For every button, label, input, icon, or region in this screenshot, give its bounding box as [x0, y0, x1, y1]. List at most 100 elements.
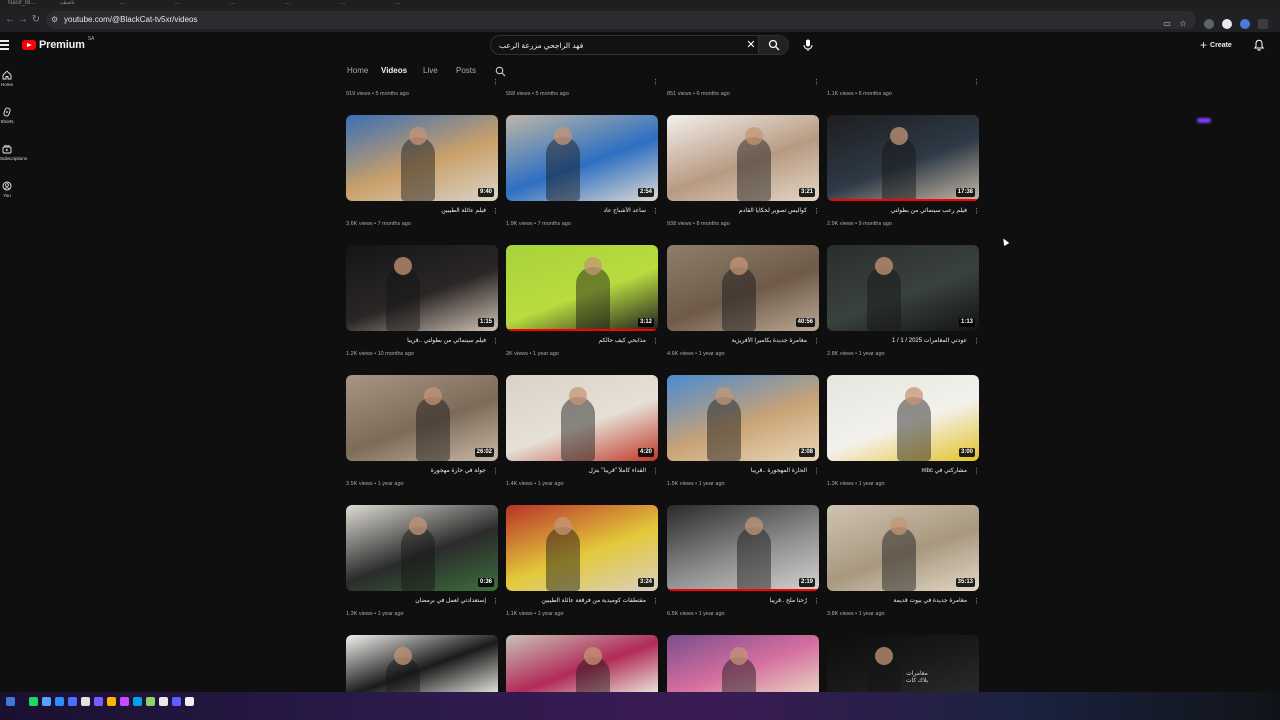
video-card[interactable]: 40:56 مغامرة جديدة بكاميرا الأفريزية 4.6K … — [667, 245, 820, 357]
create-button[interactable]: + Create — [1200, 38, 1232, 52]
sidebar-item-subscriptions[interactable]: Subscriptions — [0, 144, 27, 161]
browser-tab[interactable]: ... — [285, 0, 335, 8]
search-box[interactable]: فهد الراجحي مزرعة الرعب ✕ — [490, 35, 789, 55]
video-title[interactable]: فيلم سينمائي من بطولتي ..قريباً — [346, 337, 486, 346]
taskbar-app-icon[interactable] — [55, 697, 64, 706]
video-thumbnail[interactable]: مغامرات بلاك كات — [827, 635, 979, 692]
taskbar-app-icon[interactable] — [94, 697, 103, 706]
taskbar-app-icon[interactable] — [29, 697, 38, 706]
tab-home[interactable]: Home — [347, 66, 368, 76]
video-thumbnail[interactable] — [346, 635, 498, 692]
taskbar-app-icon[interactable] — [120, 697, 129, 706]
more-options-icon[interactable]: ⋮ — [492, 338, 499, 346]
youtube-logo[interactable]: Premium SA — [22, 36, 94, 52]
more-options-icon[interactable]: ⋮ — [652, 208, 659, 216]
browser-tab[interactable]: Nasif_Bl... — [8, 0, 58, 8]
video-thumbnail[interactable]: 0:36 — [346, 505, 498, 591]
browser-tab[interactable]: ... — [175, 0, 225, 8]
video-thumbnail[interactable]: 2:54 — [506, 115, 658, 201]
video-card[interactable]: 1:13 عودتي المغامرات 2025 / 1 / 1 2.8K vie… — [827, 245, 980, 357]
sidebar-item-home[interactable]: Home — [0, 70, 14, 87]
video-thumbnail[interactable]: 35:13 — [827, 505, 979, 591]
notifications-bell-icon[interactable] — [1253, 39, 1265, 51]
video-title[interactable]: مغامرة جديدة بكاميرا الأفريزية — [667, 337, 807, 346]
video-thumbnail[interactable]: 40:56 — [667, 245, 819, 331]
video-title[interactable]: مغامرة جديدة في بيوت قديمة — [827, 597, 967, 606]
microphone-icon[interactable] — [801, 38, 815, 52]
taskbar-app-icon[interactable] — [172, 697, 181, 706]
taskbar-app-icon[interactable] — [68, 697, 77, 706]
video-thumbnail[interactable]: 3:21 — [667, 115, 819, 201]
taskbar-app-icon[interactable] — [107, 697, 116, 706]
video-card[interactable]: 3:00 مشاركتي في mbc 1.3K views • 1 year ag… — [827, 375, 980, 487]
video-thumbnail[interactable]: 2:19 — [667, 505, 819, 591]
taskbar-app-icon[interactable] — [185, 697, 194, 706]
video-card[interactable]: 0:36 إستعدادتي لعمل في برمضان 1.3K views •… — [346, 505, 499, 617]
video-thumbnail[interactable]: 1:15 — [346, 245, 498, 331]
more-options-icon[interactable]: ⋮ — [813, 598, 820, 606]
search-button[interactable] — [758, 36, 788, 54]
video-title[interactable]: جولة في حارة مهجورة — [346, 467, 486, 476]
more-options-icon[interactable]: ⋮ — [652, 79, 659, 87]
more-options-icon[interactable]: ⋮ — [652, 468, 659, 476]
video-title[interactable]: الحارة المهجورة ..قريباً — [667, 467, 807, 476]
more-options-icon[interactable]: ⋮ — [973, 338, 980, 346]
video-card[interactable]: مغامرات بلاك كات — [827, 635, 979, 692]
bookmark-star-icon[interactable]: ☆ — [1178, 19, 1188, 29]
video-title[interactable]: إستعدادتي لعمل في برمضان — [346, 597, 486, 606]
video-title[interactable]: فيلم رعب سينمائي من بطولتي — [827, 207, 967, 216]
video-card[interactable] — [346, 635, 498, 692]
video-card[interactable]: 3:21 كواليس تصوير لحكايا القادم 938 views … — [667, 115, 820, 227]
more-options-icon[interactable]: ⋮ — [492, 468, 499, 476]
site-info-icon[interactable]: ⚙ — [51, 15, 61, 25]
more-options-icon[interactable]: ⋮ — [813, 208, 820, 216]
browser-tab[interactable]: ... — [340, 0, 390, 8]
clear-search-icon[interactable]: ✕ — [745, 39, 757, 51]
video-card[interactable]: 35:13 مغامرة جديدة في بيوت قديمة 3.8K view… — [827, 505, 980, 617]
tab-live[interactable]: Live — [423, 66, 438, 76]
reload-icon[interactable]: ↻ — [30, 14, 42, 26]
more-options-icon[interactable]: ⋮ — [652, 598, 659, 606]
video-thumbnail[interactable] — [667, 635, 819, 692]
video-title[interactable]: مذابحي كيف حالكم — [506, 337, 646, 346]
tab-videos[interactable]: Videos — [381, 66, 407, 76]
taskbar-app-icon[interactable] — [42, 697, 51, 706]
hamburger-menu-icon[interactable] — [0, 40, 10, 50]
video-thumbnail[interactable]: 17:38 — [827, 115, 979, 201]
video-thumbnail[interactable]: 26:02 — [346, 375, 498, 461]
more-options-icon[interactable]: ⋮ — [973, 598, 980, 606]
video-card[interactable]: 2:54 ساعد الأشباح عاد 1.9K views • 7 month… — [506, 115, 659, 227]
more-options-icon[interactable]: ⋮ — [652, 338, 659, 346]
browser-tab[interactable]: ... — [120, 0, 170, 8]
taskbar-app-icon[interactable] — [81, 697, 90, 706]
channel-search-icon[interactable] — [495, 66, 506, 77]
video-card[interactable] — [506, 635, 658, 692]
video-title[interactable]: فيلم عائلة الطيبين — [346, 207, 486, 216]
video-title[interactable]: كواليس تصوير لحكايا القادم — [667, 207, 807, 216]
video-thumbnail[interactable]: 3:24 — [506, 505, 658, 591]
video-title[interactable]: ساعد الأشباح عاد — [506, 207, 646, 216]
video-card[interactable]: 26:02 جولة في حارة مهجورة 3.5K views • 1 y… — [346, 375, 499, 487]
video-title[interactable]: القداء كاملاً "قريباً" بتزل — [506, 467, 646, 476]
video-title[interactable]: مشاركتي في mbc — [827, 467, 967, 476]
video-card[interactable]: 2:19 رُحنا ملح ..قريباً 6.5K views • 1 yea… — [667, 505, 820, 617]
search-input[interactable]: فهد الراجحي مزرعة الرعب — [499, 40, 748, 51]
tab-posts[interactable]: Posts — [456, 66, 476, 76]
browser-tab[interactable]: ... — [395, 0, 445, 8]
more-options-icon[interactable]: ⋮ — [813, 468, 820, 476]
video-card[interactable]: 3:12 مذابحي كيف حالكم 2K views • 1 year ag… — [506, 245, 659, 357]
profile-icon[interactable] — [1222, 19, 1232, 29]
sidebar-item-shorts[interactable]: Shorts — [0, 107, 14, 124]
more-options-icon[interactable]: ⋮ — [973, 79, 980, 87]
more-options-icon[interactable]: ⋮ — [813, 338, 820, 346]
video-thumbnail[interactable]: 9:40 — [346, 115, 498, 201]
browser-tab[interactable]: ... — [230, 0, 280, 8]
video-thumbnail[interactable]: 3:00 — [827, 375, 979, 461]
account-icon[interactable] — [1240, 19, 1250, 29]
taskbar-app-icon[interactable] — [6, 697, 15, 706]
forward-icon[interactable]: → — [17, 14, 29, 26]
video-thumbnail[interactable]: 3:12 — [506, 245, 658, 331]
url-field[interactable]: ⚙ youtube.com/@BlackCat-tv5xr/videos — [46, 11, 1196, 29]
extension-icon[interactable] — [1204, 19, 1214, 29]
video-thumbnail[interactable]: 1:13 — [827, 245, 979, 331]
